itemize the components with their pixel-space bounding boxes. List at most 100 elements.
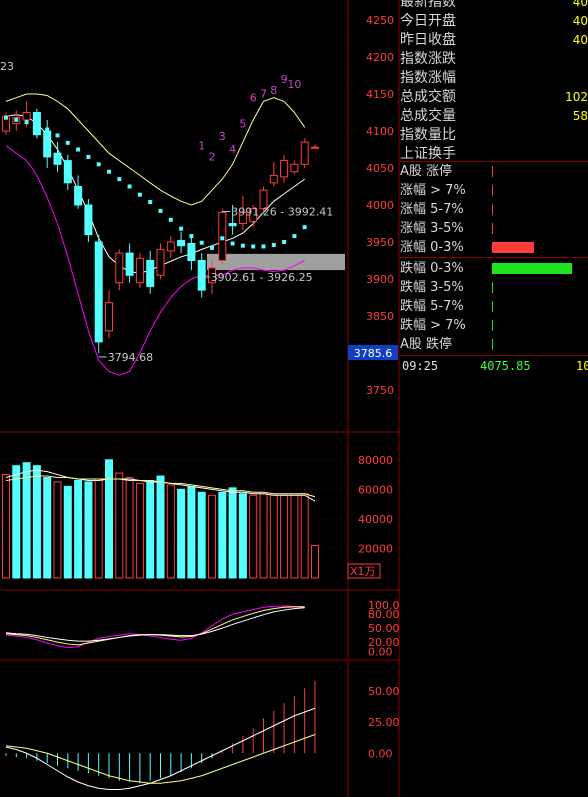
candle-body[interactable] — [115, 252, 124, 284]
macd-panel[interactable] — [5, 680, 316, 790]
grid-lines — [0, 0, 400, 797]
volume-bar[interactable] — [208, 494, 216, 579]
candle-body[interactable] — [84, 204, 93, 236]
price-tick-label: 3900 — [366, 273, 394, 286]
breadth-row: 涨幅 5-7% — [400, 200, 588, 219]
current-price-tag: 3785.6 — [354, 347, 393, 360]
stat-row: 指数涨跌 — [400, 50, 588, 69]
volume-tick-label: 40000 — [358, 513, 393, 526]
candle-body[interactable] — [187, 242, 196, 261]
kdj-line-0 — [5, 605, 305, 649]
candle-body[interactable] — [74, 186, 83, 206]
stat-label: 指数涨幅 — [400, 70, 456, 86]
volume-bar[interactable] — [22, 462, 31, 579]
volume-bar[interactable] — [94, 478, 103, 579]
candle-body[interactable] — [94, 241, 103, 343]
breadth-row: 涨幅 3-5% — [400, 219, 588, 238]
candle-body[interactable] — [125, 252, 134, 276]
volume-bar[interactable] — [218, 491, 227, 579]
volume-bar[interactable] — [177, 488, 186, 579]
kdj-panel[interactable] — [5, 605, 305, 649]
top-left-label: 23 — [0, 60, 14, 73]
breadth-tick — [492, 301, 493, 312]
price-tick-label: 3750 — [366, 384, 394, 397]
volume-bar[interactable] — [259, 493, 268, 579]
volume-bar[interactable] — [115, 472, 124, 579]
volume-bar[interactable] — [300, 493, 309, 579]
volume-bar[interactable] — [2, 474, 10, 579]
volume-bar[interactable] — [74, 479, 83, 579]
candle-body[interactable] — [135, 257, 144, 284]
candle-body[interactable] — [228, 223, 237, 227]
candle-body[interactable] — [177, 240, 186, 247]
sar-dot — [65, 140, 70, 145]
price-panel[interactable]: 3794.68 3902.61 - 3926.25 3991.26 - 3992.4… — [0, 60, 345, 376]
candle-body[interactable] — [197, 260, 206, 291]
wave-count-label: 3 — [219, 130, 226, 143]
volume-bar[interactable] — [249, 494, 258, 579]
volume-bar[interactable] — [280, 494, 289, 579]
breadth-label: 跌幅 3-5% — [400, 280, 464, 295]
stat-row: 最新指数 40 — [400, 0, 588, 12]
volume-bar[interactable] — [228, 487, 237, 579]
candle-body[interactable] — [63, 160, 72, 184]
candle-body[interactable] — [269, 174, 278, 184]
candle-body[interactable] — [22, 112, 31, 121]
candle-body[interactable] — [43, 130, 52, 158]
volume-bar[interactable] — [105, 459, 113, 579]
breadth-tick — [492, 339, 493, 350]
volume-bar[interactable] — [12, 465, 21, 579]
volume-bar[interactable] — [146, 479, 155, 579]
candle-body[interactable] — [146, 260, 155, 287]
volume-bar[interactable] — [166, 484, 175, 579]
price-tick-label: 3850 — [366, 310, 394, 323]
volume-bar[interactable] — [290, 494, 299, 579]
breadth-tick — [492, 282, 493, 293]
stat-value: 40 — [572, 33, 588, 47]
wave-count-label: 1 — [198, 140, 205, 153]
breadth-row: 跌幅 3-5% — [400, 278, 588, 297]
volume-bar[interactable] — [53, 481, 62, 579]
stat-label: 指数涨跌 — [400, 51, 456, 67]
stat-label: 今日开盘 — [400, 13, 456, 29]
volume-bar[interactable] — [63, 485, 72, 579]
price-tick-label: 4150 — [366, 88, 394, 101]
volume-bar[interactable] — [135, 482, 144, 579]
candle-body[interactable] — [311, 146, 319, 149]
sar-dot — [4, 115, 8, 120]
volume-bar[interactable] — [32, 465, 41, 579]
stat-label: 最新指数 — [400, 0, 456, 10]
volume-bar[interactable] — [238, 493, 247, 579]
price-tick-label: 4200 — [366, 51, 394, 64]
kdj-tick-label: 80.00 — [368, 608, 400, 621]
stat-label: 昨日收盘 — [400, 32, 456, 48]
breadth-label: A股 涨停 — [400, 164, 453, 179]
candle-body[interactable] — [105, 302, 113, 332]
stat-row: 总成交额 102 — [400, 88, 588, 107]
breadth-label: 跌幅 5-7% — [400, 299, 464, 314]
breadth-label: 涨幅 > 7% — [400, 183, 466, 198]
sar-dot — [96, 162, 101, 167]
stat-value: 40 — [572, 0, 588, 9]
stat-row: 总成交量 58 — [400, 107, 588, 126]
volume-bar[interactable] — [187, 485, 196, 579]
volume-bar[interactable] — [156, 475, 165, 579]
volume-bar[interactable] — [43, 477, 52, 579]
candle-body[interactable] — [300, 141, 309, 165]
volume-bar[interactable] — [311, 544, 319, 579]
candle-body[interactable] — [280, 160, 289, 178]
volume-bar[interactable] — [125, 477, 134, 579]
volume-bar[interactable] — [197, 491, 206, 579]
sar-dot — [127, 184, 132, 189]
candle-body[interactable] — [53, 152, 62, 165]
volume-panel[interactable] — [2, 459, 319, 579]
breadth-tick — [492, 185, 493, 196]
candle-body[interactable] — [290, 163, 299, 173]
kline-chart-area[interactable]: 3794.68 3902.61 - 3926.25 3991.26 - 3992.4… — [0, 0, 400, 797]
candle-body[interactable] — [166, 241, 175, 252]
candle-body[interactable] — [156, 248, 165, 276]
stat-row: 今日开盘 40 — [400, 12, 588, 31]
volume-bar[interactable] — [84, 481, 93, 579]
price-tick-label: 4050 — [366, 162, 394, 175]
volume-bar[interactable] — [269, 494, 278, 579]
